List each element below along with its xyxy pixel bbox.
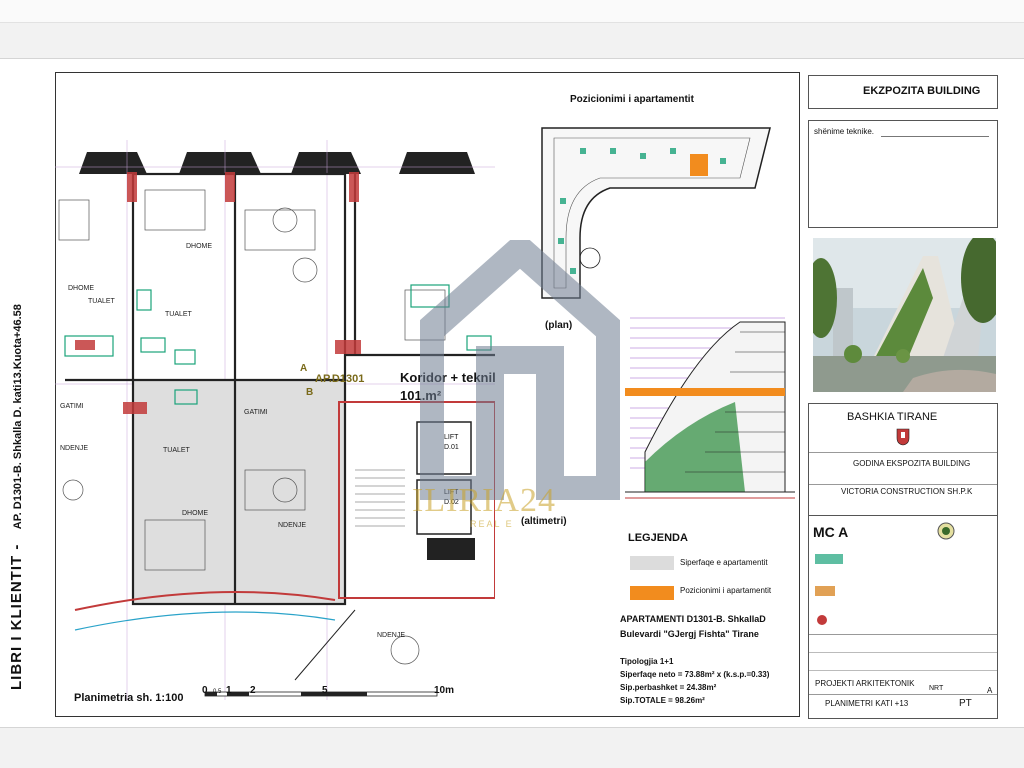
- side-title: LIBRI I KLIENTIT - AP. D1301-B. Shkalla …: [8, 304, 26, 690]
- room-label: NDENJE: [377, 632, 406, 639]
- apartment-position-marker: [690, 154, 708, 176]
- project-type: PROJEKTI ARKITEKTONIK: [815, 679, 915, 688]
- consultants-box: MC A PROJEKTI ARKITEKTONIK NRT A PLANIME…: [808, 515, 998, 719]
- legend-swatch-position: [630, 586, 674, 600]
- watermark-sub: REAL E: [470, 519, 514, 529]
- marker-a: A: [300, 363, 308, 374]
- sheet-code: PT: [959, 698, 972, 709]
- consultant-logo-icon: [817, 615, 827, 625]
- scale-label: Planimetria sh. 1:100: [74, 692, 184, 704]
- consultant-logo-icon: [815, 554, 843, 564]
- seal-icon: [937, 522, 955, 540]
- legend-title: LEGJENDA: [628, 532, 688, 544]
- apartment-area: [133, 380, 345, 605]
- balcony-cap: [291, 152, 361, 174]
- room-label: GATIMI: [244, 409, 268, 416]
- balcony-cap: [399, 152, 475, 174]
- viewer-top-bar: [0, 0, 1024, 23]
- position-title: Pozicionimi i apartamentit: [570, 94, 694, 105]
- side-title-main: LIBRI I KLIENTIT -: [8, 543, 25, 690]
- room-label: DHOME: [186, 243, 213, 250]
- info-total: Sip.TOTALE = 98.26m²: [620, 696, 705, 705]
- info-common: Sip.perbashket = 24.38m²: [620, 683, 717, 692]
- room-label: NDENJE: [278, 522, 307, 529]
- header-title: EKZPOZITA BUILDING: [863, 85, 981, 97]
- room-label: TUALET: [88, 298, 115, 305]
- watermark-logo: [420, 240, 620, 500]
- info-line2: Bulevardi "GJergj Fishta" Tirane: [620, 629, 759, 639]
- legend-label-area: Siperfaqe e apartamentit: [680, 558, 768, 567]
- mca-logo: MC A: [813, 524, 849, 540]
- scale-tick: 2: [250, 685, 256, 696]
- contractor-name: VICTORIA CONSTRUCTION SH.P.K: [841, 487, 973, 496]
- legend-label-position: Pozicionimi i apartamentit: [680, 586, 772, 595]
- scale-tick: 5: [322, 685, 328, 696]
- info-line1: APARTAMENTI D1301-B. ShkallaD: [620, 614, 766, 624]
- room-label: TUALET: [165, 311, 192, 318]
- room-label: GATIMI: [60, 403, 84, 410]
- side-title-sub: AP. D1301-B. Shkalla D. kati13.Kuota+46.…: [12, 304, 24, 530]
- building-name: GODINA EKSPOZITA BUILDING: [853, 459, 971, 468]
- notes-label: shënime teknike.: [814, 127, 875, 136]
- consultant-logo-icon: [815, 586, 835, 596]
- watermark-brand: ILIRIA24: [412, 482, 556, 519]
- balcony-cap: [179, 152, 261, 174]
- scale-tick: 0: [202, 685, 208, 696]
- info-typology: Tipologjia 1+1: [620, 657, 674, 666]
- building-render: [813, 238, 996, 392]
- apartment-label: AP.D1301: [315, 373, 365, 385]
- notes-box: shënime teknike.: [808, 120, 998, 228]
- marker-b: B: [306, 387, 314, 398]
- authority-name: BASHKIA TIRANE: [847, 411, 938, 423]
- nrt-label: NRT: [929, 685, 944, 692]
- room-label: TUALET: [163, 447, 190, 454]
- scale-tick: 0.5: [213, 689, 222, 695]
- room-label: NDENJE: [60, 445, 89, 452]
- room-label: DHOME: [182, 510, 209, 517]
- elevation-drawing: [625, 317, 795, 499]
- municipality-emblem-icon: [896, 428, 910, 446]
- title-box: BASHKIA TIRANE GODINA EKSPOZITA BUILDING…: [808, 403, 998, 517]
- scale-tick: 10m: [434, 685, 455, 696]
- balcony-cap: [79, 152, 147, 174]
- sheet-title: PLANIMETRI KATI +13: [825, 699, 909, 708]
- header-box: EKZPOZITA BUILDING: [808, 75, 998, 109]
- floor-position-marker: [625, 388, 785, 396]
- room-label: DHOME: [68, 285, 95, 292]
- scale-tick: 1: [226, 685, 232, 696]
- scale-bar: [204, 691, 438, 697]
- legend-swatch-area: [630, 556, 674, 570]
- info-net: Siperfaqe neto = 73.88m² x (k.s.p.=0.33): [620, 670, 770, 679]
